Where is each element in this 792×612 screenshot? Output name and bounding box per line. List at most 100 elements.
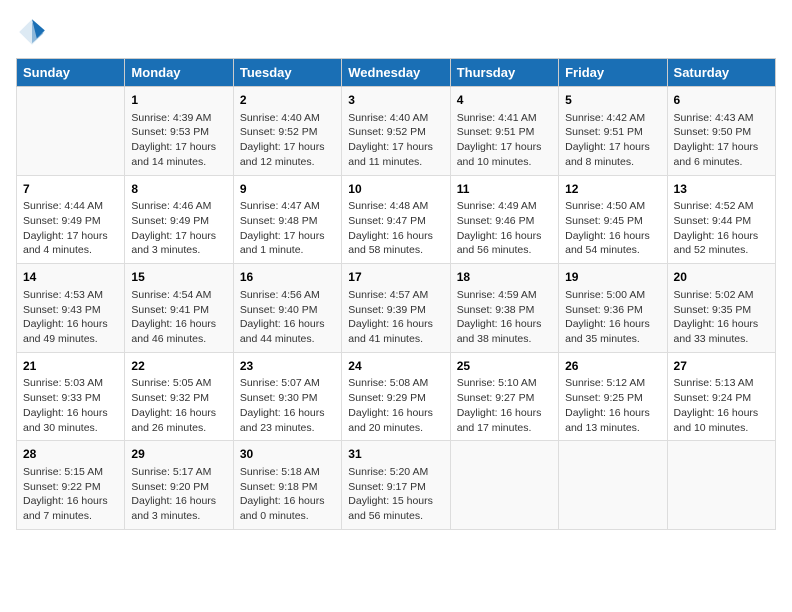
day-number: 14	[23, 269, 118, 286]
calendar-cell: 30 Sunrise: 5:18 AM Sunset: 9:18 PM Dayli…	[233, 441, 341, 530]
calendar-table: SundayMondayTuesdayWednesdayThursdayFrid…	[16, 58, 776, 530]
cell-content: Sunrise: 4:44 AM Sunset: 9:49 PM Dayligh…	[23, 199, 118, 258]
col-header-friday: Friday	[559, 59, 667, 87]
calendar-cell	[17, 87, 125, 176]
cell-content: Sunrise: 4:50 AM Sunset: 9:45 PM Dayligh…	[565, 199, 660, 258]
calendar-cell: 19Sunrise: 5:00 AM Sunset: 9:36 PM Dayli…	[559, 264, 667, 353]
day-number: 28	[23, 446, 118, 463]
day-number: 2	[240, 92, 335, 109]
day-number: 22	[131, 358, 226, 375]
calendar-cell: 1 Sunrise: 4:39 AM Sunset: 9:53 PM Daylig…	[125, 87, 233, 176]
day-number: 23	[240, 358, 335, 375]
day-number: 30	[240, 446, 335, 463]
cell-content: Sunrise: 4:40 AM Sunset: 9:52 PM Dayligh…	[240, 111, 335, 170]
calendar-cell: 22Sunrise: 5:05 AM Sunset: 9:32 PM Dayli…	[125, 352, 233, 441]
col-header-tuesday: Tuesday	[233, 59, 341, 87]
calendar-cell: 10Sunrise: 4:48 AM Sunset: 9:47 PM Dayli…	[342, 175, 450, 264]
day-number: 12	[565, 181, 660, 198]
day-number: 8	[131, 181, 226, 198]
cell-content: Sunrise: 4:57 AM Sunset: 9:39 PM Dayligh…	[348, 288, 443, 347]
calendar-cell: 21Sunrise: 5:03 AM Sunset: 9:33 PM Dayli…	[17, 352, 125, 441]
day-number: 15	[131, 269, 226, 286]
day-number: 18	[457, 269, 552, 286]
day-number: 24	[348, 358, 443, 375]
calendar-header-row: SundayMondayTuesdayWednesdayThursdayFrid…	[17, 59, 776, 87]
cell-content: Sunrise: 4:40 AM Sunset: 9:52 PM Dayligh…	[348, 111, 443, 170]
logo-icon	[16, 16, 48, 48]
cell-content: Sunrise: 5:00 AM Sunset: 9:36 PM Dayligh…	[565, 288, 660, 347]
day-number: 26	[565, 358, 660, 375]
calendar-week-row: 7Sunrise: 4:44 AM Sunset: 9:49 PM Daylig…	[17, 175, 776, 264]
cell-content: Sunrise: 5:20 AM Sunset: 9:17 PM Dayligh…	[348, 465, 443, 524]
cell-content: Sunrise: 4:46 AM Sunset: 9:49 PM Dayligh…	[131, 199, 226, 258]
day-number: 16	[240, 269, 335, 286]
calendar-cell: 8Sunrise: 4:46 AM Sunset: 9:49 PM Daylig…	[125, 175, 233, 264]
calendar-cell: 27Sunrise: 5:13 AM Sunset: 9:24 PM Dayli…	[667, 352, 775, 441]
col-header-saturday: Saturday	[667, 59, 775, 87]
calendar-cell: 31 Sunrise: 5:20 AM Sunset: 9:17 PM Dayli…	[342, 441, 450, 530]
col-header-wednesday: Wednesday	[342, 59, 450, 87]
calendar-cell: 23Sunrise: 5:07 AM Sunset: 9:30 PM Dayli…	[233, 352, 341, 441]
calendar-week-row: 28 Sunrise: 5:15 AM Sunset: 9:22 PM Dayli…	[17, 441, 776, 530]
cell-content: Sunrise: 5:17 AM Sunset: 9:20 PM Dayligh…	[131, 465, 226, 524]
calendar-cell: 4 Sunrise: 4:41 AM Sunset: 9:51 PM Daylig…	[450, 87, 558, 176]
col-header-monday: Monday	[125, 59, 233, 87]
day-number: 29	[131, 446, 226, 463]
day-number: 3	[348, 92, 443, 109]
calendar-cell: 20Sunrise: 5:02 AM Sunset: 9:35 PM Dayli…	[667, 264, 775, 353]
calendar-cell: 24Sunrise: 5:08 AM Sunset: 9:29 PM Dayli…	[342, 352, 450, 441]
day-number: 27	[674, 358, 769, 375]
calendar-week-row: 14 Sunrise: 4:53 AM Sunset: 9:43 PM Dayli…	[17, 264, 776, 353]
cell-content: Sunrise: 4:59 AM Sunset: 9:38 PM Dayligh…	[457, 288, 552, 347]
calendar-cell	[450, 441, 558, 530]
cell-content: Sunrise: 5:03 AM Sunset: 9:33 PM Dayligh…	[23, 376, 118, 435]
day-number: 21	[23, 358, 118, 375]
calendar-week-row: 21Sunrise: 5:03 AM Sunset: 9:33 PM Dayli…	[17, 352, 776, 441]
day-number: 6	[674, 92, 769, 109]
calendar-cell: 28 Sunrise: 5:15 AM Sunset: 9:22 PM Dayli…	[17, 441, 125, 530]
calendar-cell: 9Sunrise: 4:47 AM Sunset: 9:48 PM Daylig…	[233, 175, 341, 264]
calendar-cell: 7Sunrise: 4:44 AM Sunset: 9:49 PM Daylig…	[17, 175, 125, 264]
logo	[16, 16, 52, 48]
cell-content: Sunrise: 4:56 AM Sunset: 9:40 PM Dayligh…	[240, 288, 335, 347]
cell-content: Sunrise: 5:07 AM Sunset: 9:30 PM Dayligh…	[240, 376, 335, 435]
cell-content: Sunrise: 5:15 AM Sunset: 9:22 PM Dayligh…	[23, 465, 118, 524]
cell-content: Sunrise: 4:43 AM Sunset: 9:50 PM Dayligh…	[674, 111, 769, 170]
day-number: 5	[565, 92, 660, 109]
calendar-cell: 3 Sunrise: 4:40 AM Sunset: 9:52 PM Daylig…	[342, 87, 450, 176]
day-number: 1	[131, 92, 226, 109]
calendar-cell: 29 Sunrise: 5:17 AM Sunset: 9:20 PM Dayli…	[125, 441, 233, 530]
day-number: 25	[457, 358, 552, 375]
calendar-cell: 6 Sunrise: 4:43 AM Sunset: 9:50 PM Daylig…	[667, 87, 775, 176]
calendar-cell: 13Sunrise: 4:52 AM Sunset: 9:44 PM Dayli…	[667, 175, 775, 264]
calendar-cell: 16 Sunrise: 4:56 AM Sunset: 9:40 PM Dayli…	[233, 264, 341, 353]
cell-content: Sunrise: 5:05 AM Sunset: 9:32 PM Dayligh…	[131, 376, 226, 435]
day-number: 11	[457, 181, 552, 198]
cell-content: Sunrise: 4:48 AM Sunset: 9:47 PM Dayligh…	[348, 199, 443, 258]
cell-content: Sunrise: 5:18 AM Sunset: 9:18 PM Dayligh…	[240, 465, 335, 524]
cell-content: Sunrise: 4:53 AM Sunset: 9:43 PM Dayligh…	[23, 288, 118, 347]
day-number: 4	[457, 92, 552, 109]
page-header	[16, 16, 776, 48]
cell-content: Sunrise: 4:39 AM Sunset: 9:53 PM Dayligh…	[131, 111, 226, 170]
cell-content: Sunrise: 4:49 AM Sunset: 9:46 PM Dayligh…	[457, 199, 552, 258]
cell-content: Sunrise: 5:08 AM Sunset: 9:29 PM Dayligh…	[348, 376, 443, 435]
day-number: 31	[348, 446, 443, 463]
calendar-cell: 2 Sunrise: 4:40 AM Sunset: 9:52 PM Daylig…	[233, 87, 341, 176]
calendar-week-row: 1 Sunrise: 4:39 AM Sunset: 9:53 PM Daylig…	[17, 87, 776, 176]
day-number: 17	[348, 269, 443, 286]
day-number: 9	[240, 181, 335, 198]
col-header-sunday: Sunday	[17, 59, 125, 87]
cell-content: Sunrise: 4:42 AM Sunset: 9:51 PM Dayligh…	[565, 111, 660, 170]
calendar-cell: 15Sunrise: 4:54 AM Sunset: 9:41 PM Dayli…	[125, 264, 233, 353]
day-number: 10	[348, 181, 443, 198]
day-number: 13	[674, 181, 769, 198]
calendar-cell: 17 Sunrise: 4:57 AM Sunset: 9:39 PM Dayli…	[342, 264, 450, 353]
calendar-cell: 18 Sunrise: 4:59 AM Sunset: 9:38 PM Dayli…	[450, 264, 558, 353]
day-number: 20	[674, 269, 769, 286]
cell-content: Sunrise: 4:41 AM Sunset: 9:51 PM Dayligh…	[457, 111, 552, 170]
day-number: 7	[23, 181, 118, 198]
calendar-cell	[667, 441, 775, 530]
cell-content: Sunrise: 5:12 AM Sunset: 9:25 PM Dayligh…	[565, 376, 660, 435]
calendar-cell: 14 Sunrise: 4:53 AM Sunset: 9:43 PM Dayli…	[17, 264, 125, 353]
